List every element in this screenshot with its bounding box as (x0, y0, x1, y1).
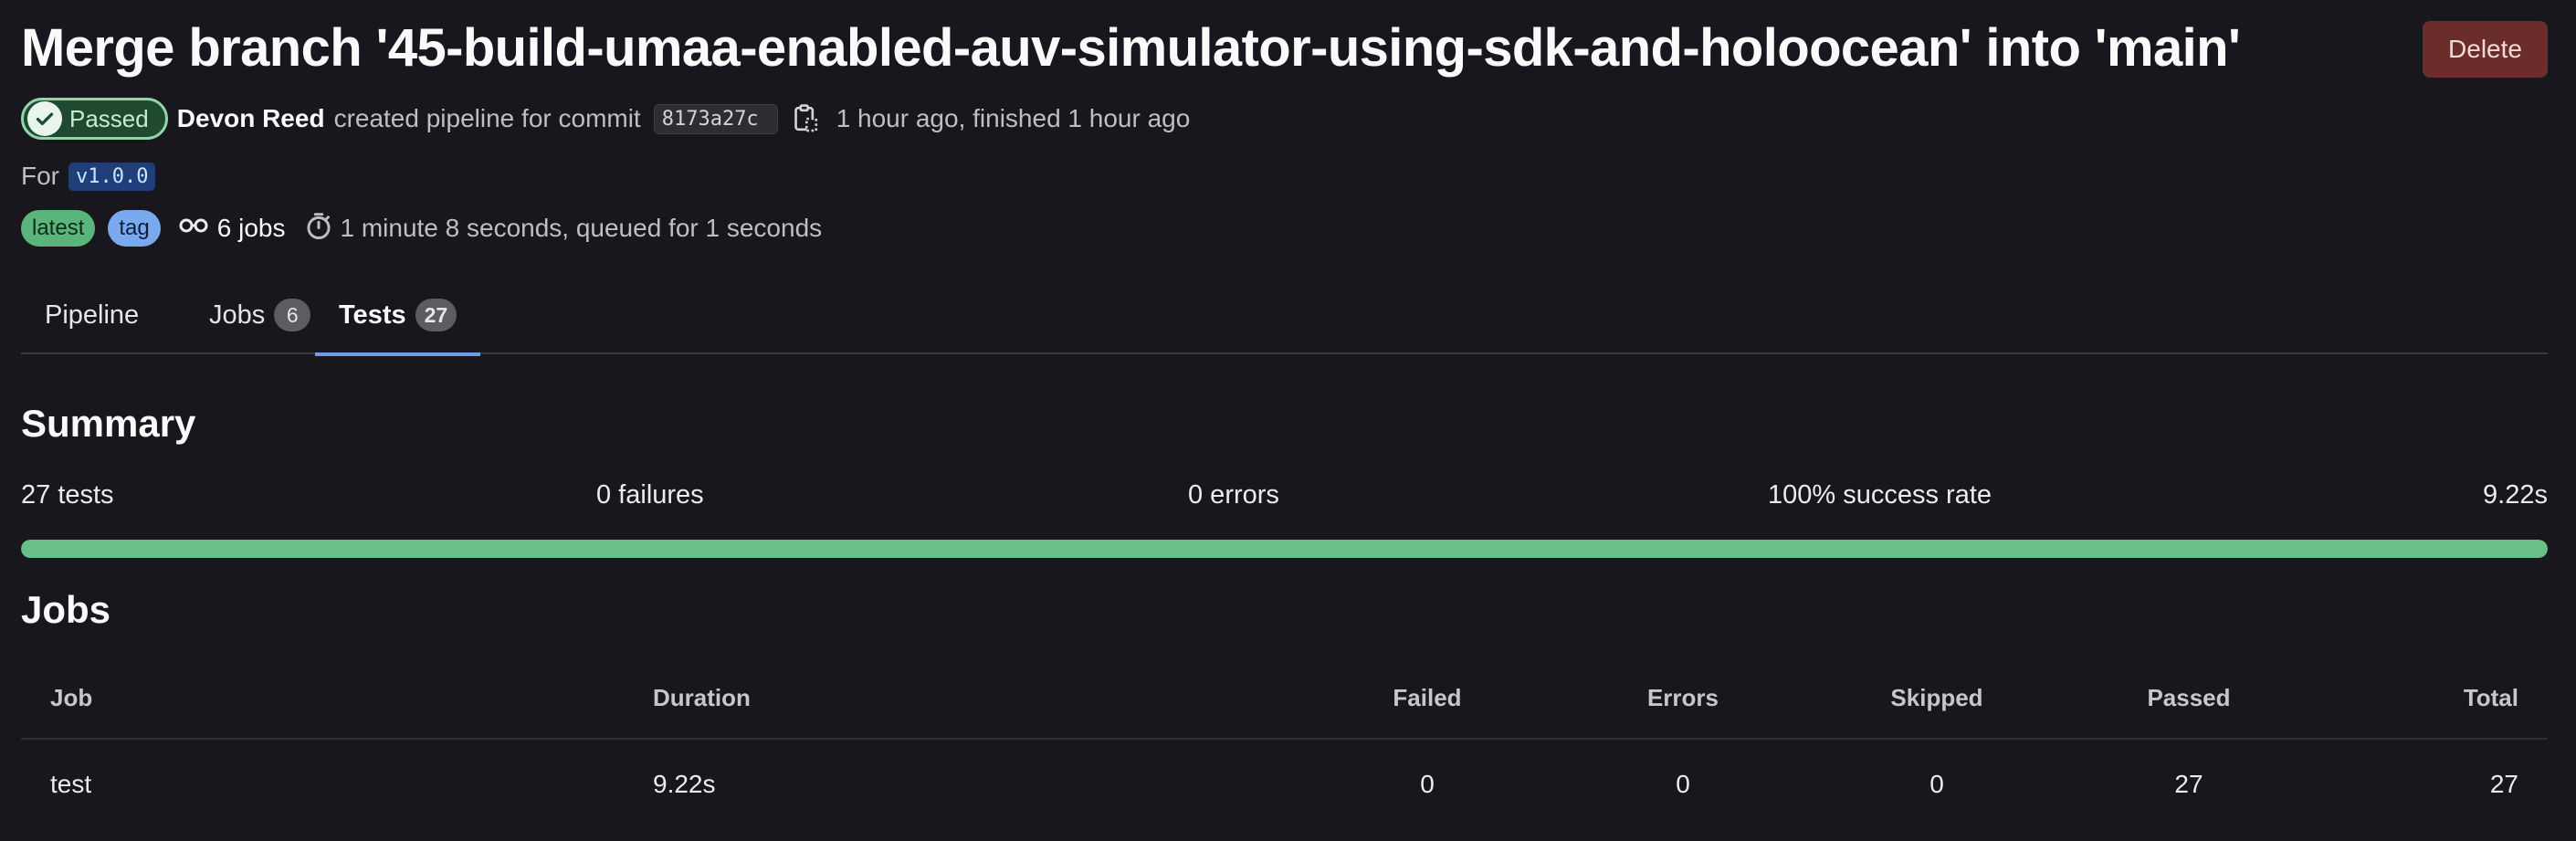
tests-count: 27 tests (21, 480, 114, 510)
duration-info: 1 minute 8 seconds, queued for 1 seconds (305, 211, 822, 247)
column-header-job: Job (50, 683, 93, 711)
tab-tests[interactable]: Tests 27 (315, 276, 481, 356)
delete-button[interactable]: Delete (2423, 21, 2548, 78)
summary-duration: 9.22s (2483, 480, 2548, 510)
tab-label: Pipeline (45, 300, 140, 330)
page-header: Merge branch '45-build-umaa-enabled-auv-… (21, 16, 2548, 80)
success-rate: 100% success rate (1768, 480, 1992, 510)
column-header-failed: Failed (1393, 683, 1462, 711)
jobs-table: Job Duration Failed Errors Skipped Passe… (21, 657, 2548, 829)
column-header-skipped: Skipped (1890, 683, 1983, 711)
pipeline-page: Merge branch '45-build-umaa-enabled-auv-… (21, 0, 2548, 841)
errors-count: 0 errors (1188, 480, 1279, 510)
tab-count: 27 (415, 299, 457, 331)
copy-icon[interactable] (791, 103, 820, 134)
progress-fill (21, 540, 2548, 558)
job-skipped: 0 (1929, 770, 1944, 798)
for-label: For (21, 162, 59, 190)
tab-jobs[interactable]: Jobs 6 (185, 276, 334, 354)
column-header-total: Total (2463, 683, 2518, 711)
tab-label: Jobs (209, 300, 266, 330)
time-text: 1 hour ago, finished 1 hour ago (836, 104, 1191, 132)
jobs-count: 6 jobs (179, 214, 286, 243)
author-link[interactable]: Devon Reed (177, 104, 325, 133)
page-title: Merge branch '45-build-umaa-enabled-auv-… (21, 18, 2241, 78)
job-total: 27 (2489, 770, 2518, 798)
pipeline-tabs: Pipeline Jobs 6 Tests 27 (21, 276, 2548, 356)
job-name[interactable]: test (50, 740, 91, 829)
status-badge[interactable]: Passed (21, 98, 168, 140)
job-failed: 0 (1420, 770, 1435, 798)
tab-label: Tests (339, 300, 406, 330)
check-circle-icon (27, 101, 62, 136)
pipeline-info: latest tag 6 jobs 1 minute 8 seconds, qu… (21, 208, 822, 248)
job-duration: 9.22s (653, 770, 716, 798)
commit-sha-link[interactable]: 8173a27c (653, 103, 778, 134)
latest-badge: latest (21, 210, 96, 247)
action-text: created pipeline for commit (333, 104, 641, 132)
duration-text: 1 minute 8 seconds, queued for 1 seconds (340, 214, 823, 242)
jobs-count-text: 6 jobs (216, 214, 286, 242)
success-progress-bar (21, 540, 2548, 558)
timer-icon (305, 211, 332, 247)
tab-pipeline[interactable]: Pipeline (21, 276, 163, 354)
job-errors: 0 (1676, 770, 1690, 798)
pipeline-meta: Passed Devon Reed created pipeline for c… (21, 97, 1190, 141)
column-header-errors: Errors (1646, 683, 1719, 711)
ref-row: For v1.0.0 (21, 157, 156, 195)
pipeline-icon (179, 214, 210, 243)
status-label: Passed (69, 104, 149, 132)
tag-badge: tag (108, 210, 161, 247)
jobs-heading: Jobs (21, 588, 111, 631)
failures-count: 0 failures (596, 480, 704, 510)
tab-count: 6 (274, 299, 311, 331)
column-header-duration: Duration (653, 683, 751, 711)
job-passed: 27 (2174, 770, 2203, 798)
table-header: Job Duration Failed Errors Skipped Passe… (21, 657, 2548, 740)
table-row[interactable]: test 9.22s 0 0 0 27 27 (21, 740, 2548, 829)
ref-link[interactable]: v1.0.0 (68, 162, 156, 191)
summary-heading: Summary (21, 402, 196, 445)
column-header-passed: Passed (2147, 683, 2231, 711)
